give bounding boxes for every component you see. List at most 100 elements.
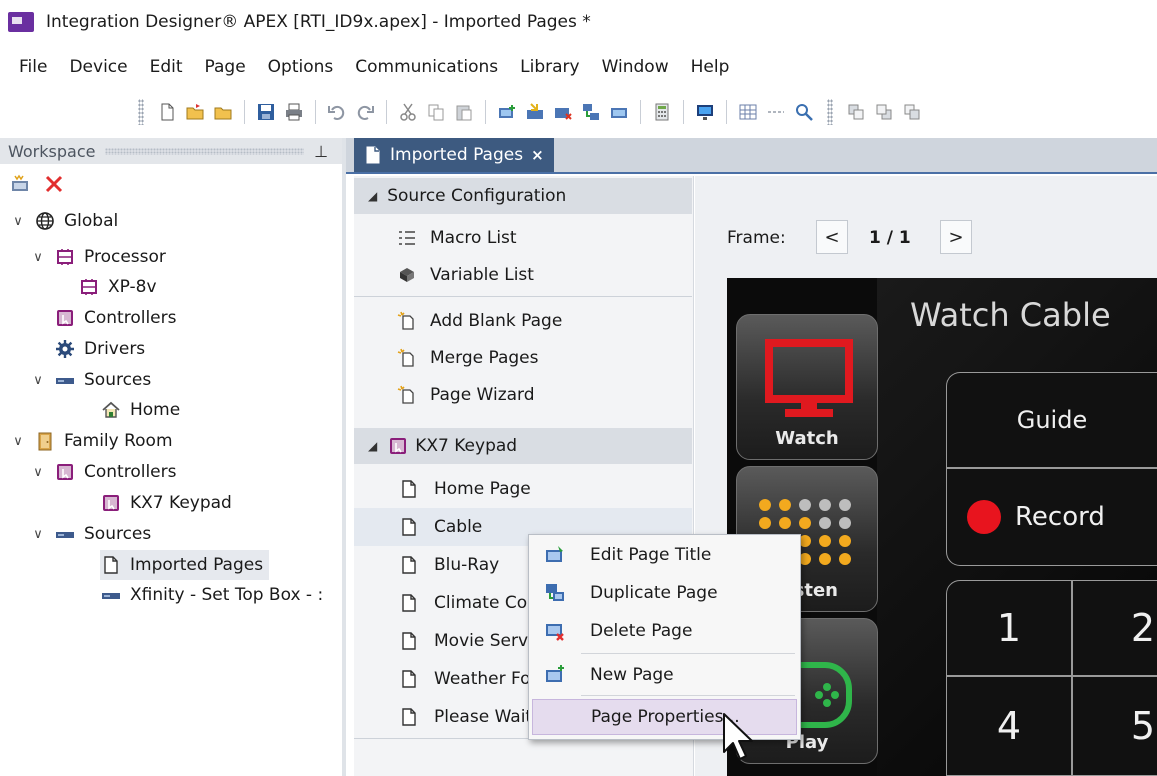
- copy-icon[interactable]: [423, 100, 449, 124]
- layer-back-icon[interactable]: [899, 100, 925, 124]
- tree-item-drivers[interactable]: Drivers: [54, 334, 145, 364]
- prev-frame-button[interactable]: <: [816, 220, 848, 254]
- screen-title: Watch Cable: [910, 296, 1111, 334]
- menu-separator: [581, 653, 795, 654]
- monitor-icon[interactable]: [692, 100, 718, 124]
- tree-item-processor[interactable]: ∨ Processor: [30, 242, 166, 272]
- section-kx7-keypad[interactable]: ◢ KX7 Keypad: [354, 428, 692, 464]
- network-icon[interactable]: [578, 100, 604, 124]
- pin-icon[interactable]: ⊥: [314, 142, 328, 161]
- digit-4-button[interactable]: 4: [946, 676, 1072, 776]
- layer-icon[interactable]: [843, 100, 869, 124]
- toolbar-separator: [726, 100, 727, 124]
- undo-icon[interactable]: [324, 100, 350, 124]
- device-icon[interactable]: [606, 100, 632, 124]
- tree-item-xp8v[interactable]: XP-8v: [78, 272, 157, 302]
- line-style-icon[interactable]: [763, 100, 789, 124]
- toolbar-grip[interactable]: [827, 99, 833, 125]
- menu-edit[interactable]: Edit: [139, 57, 194, 77]
- controller-icon: [54, 308, 76, 328]
- tree-item-xfinity[interactable]: Xfinity - Set Top Box - :: [100, 580, 342, 610]
- chevron-down-icon[interactable]: ∨: [10, 434, 26, 449]
- layer-forward-icon[interactable]: [871, 100, 897, 124]
- task-merge-pages[interactable]: Merge Pages: [396, 341, 538, 375]
- macro-list-icon: [396, 228, 418, 248]
- record-label: Record: [1015, 502, 1105, 532]
- chevron-down-icon[interactable]: ∨: [30, 250, 46, 265]
- task-add-blank-page[interactable]: Add Blank Page: [396, 304, 562, 338]
- tree-item-family-room[interactable]: ∨ Family Room: [10, 426, 173, 456]
- menu-item-label: Edit Page Title: [590, 545, 712, 565]
- tab-imported-pages[interactable]: Imported Pages ×: [354, 138, 554, 172]
- delete-icon[interactable]: [44, 174, 64, 199]
- toolbar-grip[interactable]: [138, 99, 144, 125]
- digit-5-button[interactable]: 5: [1072, 676, 1157, 776]
- collapse-triangle-icon[interactable]: ◢: [368, 439, 377, 453]
- menu-item-label: Page Properties...: [591, 707, 740, 727]
- remove-device-icon[interactable]: [550, 100, 576, 124]
- processor-icon: [78, 277, 100, 297]
- tree-item-sources-room[interactable]: ∨ Sources: [30, 519, 151, 549]
- tab-label: Imported Pages: [390, 145, 524, 165]
- add-device-icon[interactable]: [494, 100, 520, 124]
- tree-item-controllers[interactable]: Controllers: [54, 303, 176, 333]
- chevron-down-icon[interactable]: ∨: [30, 527, 46, 542]
- tree-item-kx7-keypad[interactable]: KX7 Keypad: [100, 488, 232, 518]
- guide-button[interactable]: Guide: [946, 372, 1157, 468]
- digit-2-button[interactable]: 2: [1072, 580, 1157, 676]
- collapse-triangle-icon[interactable]: ◢: [368, 189, 377, 203]
- menu-item-new-page[interactable]: New Page: [532, 657, 797, 693]
- tree-item-controllers-room[interactable]: ∨ Controllers: [30, 457, 176, 487]
- next-frame-button[interactable]: >: [940, 220, 972, 254]
- grid-icon[interactable]: [735, 100, 761, 124]
- zoom-icon[interactable]: [791, 100, 817, 124]
- title-bar: Integration Designer® APEX [RTI_ID9x.ape…: [0, 0, 1157, 44]
- menu-item-duplicate-page[interactable]: Duplicate Page: [532, 575, 797, 611]
- record-button[interactable]: Record: [946, 468, 1157, 566]
- workspace-grip[interactable]: [105, 147, 305, 155]
- menu-device[interactable]: Device: [58, 57, 138, 77]
- close-icon[interactable]: ×: [531, 146, 544, 164]
- digit-1-button[interactable]: 1: [946, 580, 1072, 676]
- print-icon[interactable]: [281, 100, 307, 124]
- menu-file[interactable]: File: [0, 57, 58, 77]
- save-icon[interactable]: [253, 100, 279, 124]
- splitter[interactable]: [342, 138, 346, 776]
- menu-page[interactable]: Page: [194, 57, 257, 77]
- menu-options[interactable]: Options: [257, 57, 345, 77]
- calculator-icon[interactable]: [649, 100, 675, 124]
- tree-item-label: Family Room: [64, 431, 173, 451]
- tree-item-home[interactable]: Home: [100, 395, 180, 425]
- workspace-header: Workspace ⊥: [0, 138, 342, 164]
- menu-item-page-properties[interactable]: Page Properties...: [532, 699, 797, 735]
- page-item-home-page[interactable]: Home Page: [354, 470, 692, 508]
- task-macro-list[interactable]: Macro List: [396, 221, 517, 255]
- open-icon[interactable]: [210, 100, 236, 124]
- menu-item-delete-page[interactable]: Delete Page: [532, 613, 797, 649]
- task-variable-list[interactable]: Variable List: [396, 258, 534, 292]
- task-page-wizard[interactable]: Page Wizard: [396, 378, 535, 412]
- menu-communications[interactable]: Communications: [344, 57, 509, 77]
- section-source-configuration[interactable]: ◢ Source Configuration: [354, 178, 692, 214]
- watch-button[interactable]: Watch: [736, 314, 878, 460]
- paste-icon[interactable]: [451, 100, 477, 124]
- add-room-icon[interactable]: [10, 174, 32, 199]
- tree-item-label: Sources: [84, 370, 152, 390]
- menu-help[interactable]: Help: [680, 57, 741, 77]
- redo-icon[interactable]: [352, 100, 378, 124]
- chevron-down-icon[interactable]: ∨: [30, 465, 46, 480]
- chevron-down-icon[interactable]: ∨: [30, 373, 46, 388]
- import-icon[interactable]: [522, 100, 548, 124]
- workspace-title: Workspace: [8, 141, 96, 161]
- cut-icon[interactable]: [395, 100, 421, 124]
- tree-item-global[interactable]: ∨ Global: [10, 206, 118, 236]
- chevron-down-icon[interactable]: ∨: [10, 214, 26, 229]
- menu-item-edit-page-title[interactable]: Edit Page Title: [532, 537, 797, 573]
- tree-item-imported-pages[interactable]: Imported Pages: [100, 550, 270, 580]
- open-folder-icon[interactable]: [182, 100, 208, 124]
- digit-label: 4: [996, 704, 1022, 748]
- menu-library[interactable]: Library: [509, 57, 590, 77]
- menu-window[interactable]: Window: [591, 57, 680, 77]
- new-file-icon[interactable]: [154, 100, 180, 124]
- tree-item-sources[interactable]: ∨ Sources: [30, 365, 151, 395]
